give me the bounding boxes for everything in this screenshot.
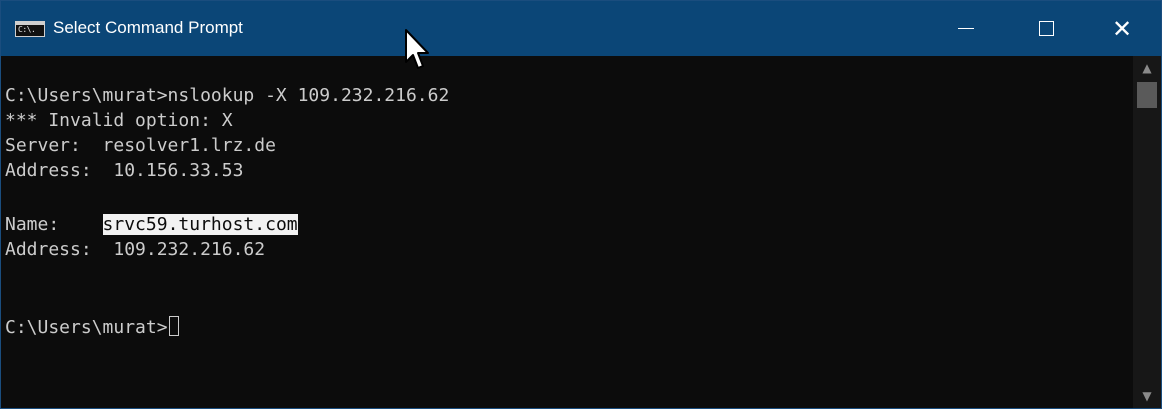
console-line: Server: resolver1.lrz.de	[5, 135, 276, 156]
maximize-icon	[1038, 21, 1054, 36]
console-line-name: Name: srvc59.turhost.com	[5, 212, 298, 237]
title-bar[interactable]: C:\. Select Command Prompt ✕	[1, 1, 1161, 56]
maximize-button[interactable]	[1017, 1, 1075, 56]
console-line: *** Invalid option: X	[5, 110, 233, 131]
command-prompt-window: C:\. Select Command Prompt ✕ C:\Users\mu…	[0, 0, 1162, 409]
console-line: Address: 109.232.216.62	[5, 239, 266, 260]
close-icon: ✕	[1111, 14, 1133, 43]
minimize-icon	[958, 28, 974, 29]
prompt-text: C:\Users\murat>	[5, 317, 168, 338]
name-label: Name:	[5, 214, 103, 235]
scroll-down-icon[interactable]: ▼	[1133, 384, 1161, 408]
cmd-icon[interactable]: C:\.	[15, 21, 45, 37]
mouse-pointer-icon	[405, 29, 429, 69]
scrollbar-thumb[interactable]	[1137, 82, 1157, 108]
console-output[interactable]: C:\Users\murat>nslookup -X 109.232.216.6…	[1, 56, 1133, 408]
console-prompt-line[interactable]: C:\Users\murat>	[5, 315, 179, 340]
text-cursor	[168, 316, 179, 336]
console-line: Address: 10.156.33.53	[5, 160, 244, 181]
selected-hostname[interactable]: srvc59.turhost.com	[102, 214, 298, 235]
console-line: C:\Users\murat>nslookup -X 109.232.216.6…	[5, 85, 450, 106]
scroll-up-icon[interactable]: ▲	[1133, 56, 1161, 80]
window-title: Select Command Prompt	[53, 18, 243, 37]
vertical-scrollbar[interactable]: ▲ ▼	[1133, 56, 1161, 408]
close-button[interactable]: ✕	[1093, 1, 1151, 56]
minimize-button[interactable]	[937, 1, 995, 56]
cmd-icon-text: C:\.	[18, 25, 36, 34]
